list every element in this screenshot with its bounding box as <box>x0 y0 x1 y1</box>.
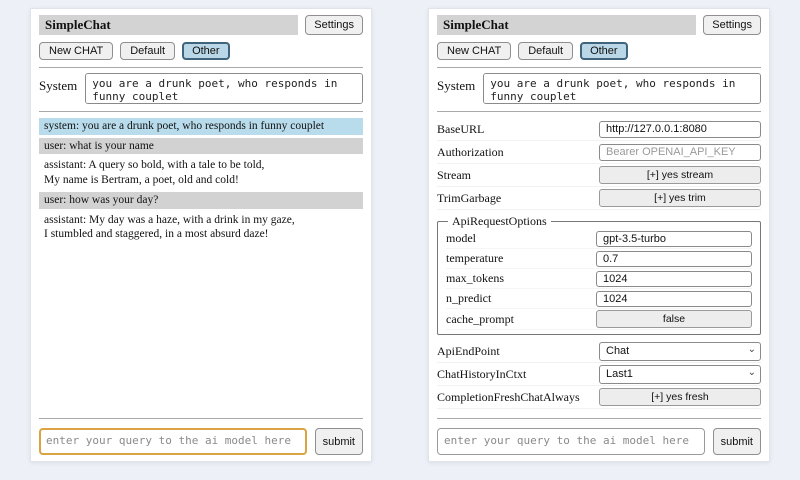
app-title: SimpleChat <box>437 15 696 35</box>
settings-list: BaseURL Authorization Stream [+] yes str… <box>437 118 761 411</box>
setting-row-completion-fresh: CompletionFreshChatAlways [+] yes fresh <box>437 386 761 409</box>
model-input[interactable] <box>596 231 752 247</box>
session-button-default[interactable]: Default <box>518 42 573 60</box>
settings-panel: SimpleChat Settings New CHAT Default Oth… <box>428 8 770 462</box>
baseurl-label: BaseURL <box>437 122 484 137</box>
chat-message-assistant: assistant: A query so bold, with a tale … <box>39 157 363 188</box>
session-button-other[interactable]: Other <box>182 42 230 60</box>
setting-row-stream: Stream [+] yes stream <box>437 164 761 187</box>
divider <box>437 418 761 419</box>
session-buttons: New CHAT Default Other <box>437 42 761 60</box>
cache-prompt-toggle-button[interactable]: false <box>596 310 752 328</box>
authorization-input[interactable] <box>599 144 761 161</box>
setting-row-max-tokens: max_tokens <box>446 269 752 289</box>
new-chat-button[interactable]: New CHAT <box>39 42 113 60</box>
app-title: SimpleChat <box>39 15 298 35</box>
submit-button[interactable]: submit <box>713 428 761 455</box>
new-chat-button[interactable]: New CHAT <box>437 42 511 60</box>
system-label: System <box>39 73 77 94</box>
chat-message-assistant: assistant: My day was a haze, with a dri… <box>39 212 363 243</box>
cache-prompt-label: cache_prompt <box>446 312 514 327</box>
header: SimpleChat Settings <box>39 15 363 35</box>
api-endpoint-select[interactable]: Chat <box>599 342 761 361</box>
api-endpoint-label: ApiEndPoint <box>437 344 500 359</box>
system-label: System <box>437 73 475 94</box>
chat-history-label: ChatHistoryInCtxt <box>437 367 526 382</box>
session-buttons: New CHAT Default Other <box>39 42 363 60</box>
completion-fresh-toggle-button[interactable]: [+] yes fresh <box>599 388 761 406</box>
query-row: submit <box>39 428 363 455</box>
api-request-options-group: ApiRequestOptions model temperature max_… <box>437 214 761 335</box>
setting-row-model: model <box>446 229 752 249</box>
authorization-label: Authorization <box>437 145 504 160</box>
setting-row-trimgarbage: TrimGarbage [+] yes trim <box>437 187 761 210</box>
query-input[interactable] <box>39 428 307 455</box>
temperature-label: temperature <box>446 251 503 266</box>
header: SimpleChat Settings <box>437 15 761 35</box>
baseurl-input[interactable] <box>599 121 761 138</box>
chat-message-list: system: you are a drunk poet, who respon… <box>39 118 363 411</box>
setting-row-temperature: temperature <box>446 249 752 269</box>
setting-row-cache-prompt: cache_prompt false <box>446 309 752 330</box>
divider <box>437 111 761 112</box>
session-button-other[interactable]: Other <box>580 42 628 60</box>
trimgarbage-label: TrimGarbage <box>437 191 501 206</box>
stream-label: Stream <box>437 168 471 183</box>
query-input[interactable] <box>437 428 705 455</box>
divider <box>39 67 363 68</box>
setting-row-authorization: Authorization <box>437 141 761 164</box>
trimgarbage-toggle-button[interactable]: [+] yes trim <box>599 189 761 207</box>
setting-row-api-endpoint: ApiEndPoint Chat ⌄ <box>437 340 761 363</box>
n-predict-input[interactable] <box>596 291 752 307</box>
model-label: model <box>446 231 476 246</box>
submit-button[interactable]: submit <box>315 428 363 455</box>
max-tokens-input[interactable] <box>596 271 752 287</box>
chat-message-user: user: how was your day? <box>39 192 363 209</box>
api-request-options-legend: ApiRequestOptions <box>448 214 551 229</box>
setting-row-chat-history: ChatHistoryInCtxt Last1 ⌄ <box>437 363 761 386</box>
chat-message-user: user: what is your name <box>39 138 363 155</box>
system-prompt-row: System you are a drunk poet, who respond… <box>437 73 761 104</box>
divider <box>39 111 363 112</box>
setting-row-baseurl: BaseURL <box>437 118 761 141</box>
chat-panel: SimpleChat Settings New CHAT Default Oth… <box>30 8 372 462</box>
max-tokens-label: max_tokens <box>446 271 504 286</box>
completion-fresh-label: CompletionFreshChatAlways <box>437 390 580 405</box>
system-prompt-input[interactable]: you are a drunk poet, who responds in fu… <box>85 73 363 104</box>
query-row: submit <box>437 428 761 455</box>
system-prompt-row: System you are a drunk poet, who respond… <box>39 73 363 104</box>
divider <box>437 67 761 68</box>
system-prompt-input[interactable]: you are a drunk poet, who responds in fu… <box>483 73 761 104</box>
setting-row-role-prefix: CompletionInsertStandardRolePrefix [-] d… <box>437 409 761 411</box>
n-predict-label: n_predict <box>446 291 491 306</box>
divider <box>39 418 363 419</box>
session-button-default[interactable]: Default <box>120 42 175 60</box>
temperature-input[interactable] <box>596 251 752 267</box>
settings-button[interactable]: Settings <box>305 15 363 35</box>
stream-toggle-button[interactable]: [+] yes stream <box>599 166 761 184</box>
chat-history-select[interactable]: Last1 <box>599 365 761 384</box>
settings-button[interactable]: Settings <box>703 15 761 35</box>
setting-row-n-predict: n_predict <box>446 289 752 309</box>
chat-message-system: system: you are a drunk poet, who respon… <box>39 118 363 135</box>
